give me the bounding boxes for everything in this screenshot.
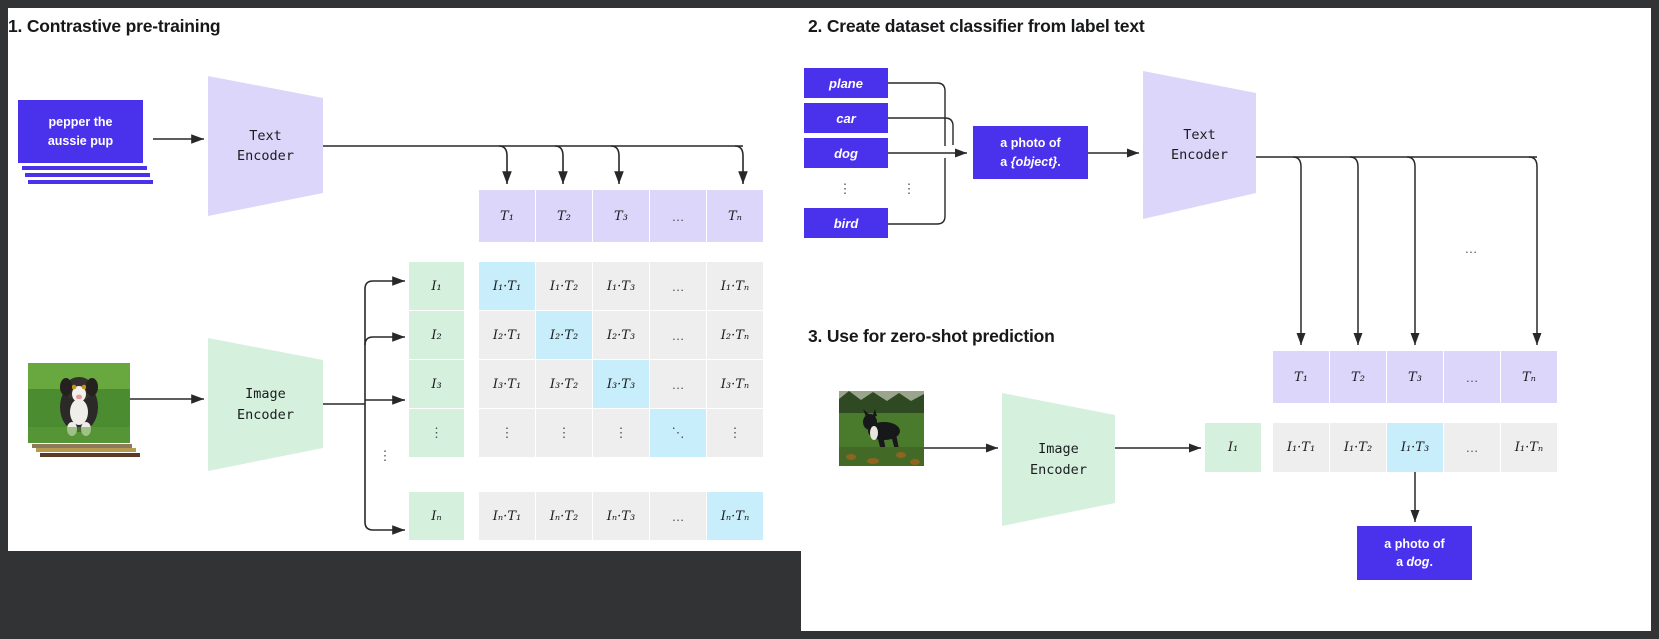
caption-line-1: pepper the [48,114,113,129]
matrix-cell-2-4: … [650,311,706,359]
matrix-cell-1-2: I₁·T₂ [536,262,592,310]
matrix-cell-5-5: Iₙ·Tₙ [707,492,763,540]
matrix-cell-5-2: Iₙ·T₂ [536,492,592,540]
query-photo [839,391,924,466]
class-label-dog[interactable]: dog [804,138,888,168]
image-encoder-label-line1: Image [245,386,286,403]
matrix-cell-1-3: I₁·T₃ [593,262,649,310]
image-stack [28,363,148,463]
matrix-cell-3-3: I₃·T₃ [593,360,649,408]
caption-line-2: aussie pup [47,133,114,148]
image-encoder-label-line2: Encoder [237,406,294,423]
score-cell-1: I₁·T₁ [1273,423,1329,472]
panel-zero-shot: 2. Create dataset classifier from label … [801,8,1651,631]
text-encoder-step2-line1: Text [1183,126,1216,143]
matrix-cell-2-2: I₂·T₂ [536,311,592,359]
classifier-weight-t3: T₃ [1387,351,1443,403]
panel-title-step2: 2. Create dataset classifier from label … [808,16,1145,36]
matrix-cell-3-4: … [650,360,706,408]
score-cell-ellipsis: … [1444,423,1500,472]
matrix-cell-1-4: … [650,262,706,310]
text-encoder-step2-line2: Encoder [1171,147,1228,163]
matrix-cell-5-3: Iₙ·T₃ [593,492,649,540]
panel-contrastive-pretraining: 1. Contrastive pre-training pepper the a… [8,8,808,551]
text-encoder-label-line2: Encoder [237,148,294,164]
panel-title-step3: 3. Use for zero-shot prediction [808,326,1055,346]
matrix-cell-5-1: Iₙ·T₁ [479,492,535,540]
matrix-cell-5-4: … [650,492,706,540]
class-label-car[interactable]: car [804,103,888,133]
text-encoder-label-line1: Text [249,127,282,144]
matrix-cell-3-5: I₃·Tₙ [707,360,763,408]
query-image-embedding-i1: I₁ [1205,423,1261,472]
step2-bus-ellipsis: … [1464,240,1478,256]
image-embedding-in: Iₙ [409,492,464,540]
matrix-cell-1-5: I₁·Tₙ [707,262,763,310]
image-column-vdots: ⋮ [378,448,392,464]
matrix-cell-3-1: I₃·T₁ [479,360,535,408]
text-encoder-step2: Text Encoder [1143,71,1256,219]
prediction-line-2: a dog. [1396,555,1433,569]
class-label-plane[interactable]: plane [804,68,888,98]
image-encoder-step3: Image Encoder [1002,393,1115,526]
matrix-cell-2-1: I₂·T₁ [479,311,535,359]
image-encoder-step3-line1: Image [1038,441,1079,458]
score-cell-n: I₁·Tₙ [1501,423,1557,472]
panel-title-step1: 1. Contrastive pre-training [8,16,221,36]
classifier-weight-t2: T₂ [1330,351,1386,403]
text-embedding-t1: T₁ [479,190,535,242]
text-embedding-t3: T₃ [593,190,649,242]
matrix-cell-4-5: ⋮ [707,409,763,457]
matrix-cell-1-1: I₁·T₁ [479,262,535,310]
image-embedding-i1: I₁ [409,262,464,310]
prediction-box: a photo of a dog. [1357,526,1472,580]
text-encoder-step1: Text Encoder [208,76,323,216]
matrix-cell-2-3: I₂·T₃ [593,311,649,359]
matrix-cell-4-3: ⋮ [593,409,649,457]
class-label-bird[interactable]: bird [804,208,888,238]
prompt-object-token: {object} [1010,154,1058,169]
score-cell-2: I₁·T₂ [1330,423,1386,472]
watermark-text: https://blog.csdn.net/Only_Wolfy [1340,578,1637,600]
image-encoder-step3-line2: Encoder [1030,461,1087,478]
score-cell-3: I₁·T₃ [1387,423,1443,472]
prompt-template-box: a photo of a {object}. [973,126,1088,179]
prompt-line-2: a {object}. [1000,154,1061,169]
matrix-cell-4-4: ⋱ [650,409,706,457]
image-embedding-vdots: ⋮ [409,409,464,457]
matrix-cell-3-2: I₃·T₂ [536,360,592,408]
prediction-line-1: a photo of [1384,536,1445,551]
text-embedding-ellipsis: … [650,190,706,242]
matrix-cell-2-5: I₂·Tₙ [707,311,763,359]
classifier-weight-ellipsis: … [1444,351,1500,403]
class-label-vdots-right: ⋮ [902,181,916,197]
puppy-photo [28,363,130,443]
prediction-class-token: dog [1406,555,1430,569]
classifier-weight-t1: T₁ [1273,351,1329,403]
image-embedding-i3: I₃ [409,360,464,408]
text-caption-stack: pepper the aussie pup [18,100,153,185]
text-embedding-t2: T₂ [536,190,592,242]
matrix-cell-4-2: ⋮ [536,409,592,457]
image-encoder-step1: Image Encoder [208,338,323,471]
prompt-line-1: a photo of [1000,136,1061,151]
class-label-vdots-left: ⋮ [838,181,852,197]
image-embedding-i2: I₂ [409,311,464,359]
text-embedding-tn: Tₙ [707,190,763,242]
matrix-cell-4-1: ⋮ [479,409,535,457]
classifier-weight-tn: Tₙ [1501,351,1557,403]
